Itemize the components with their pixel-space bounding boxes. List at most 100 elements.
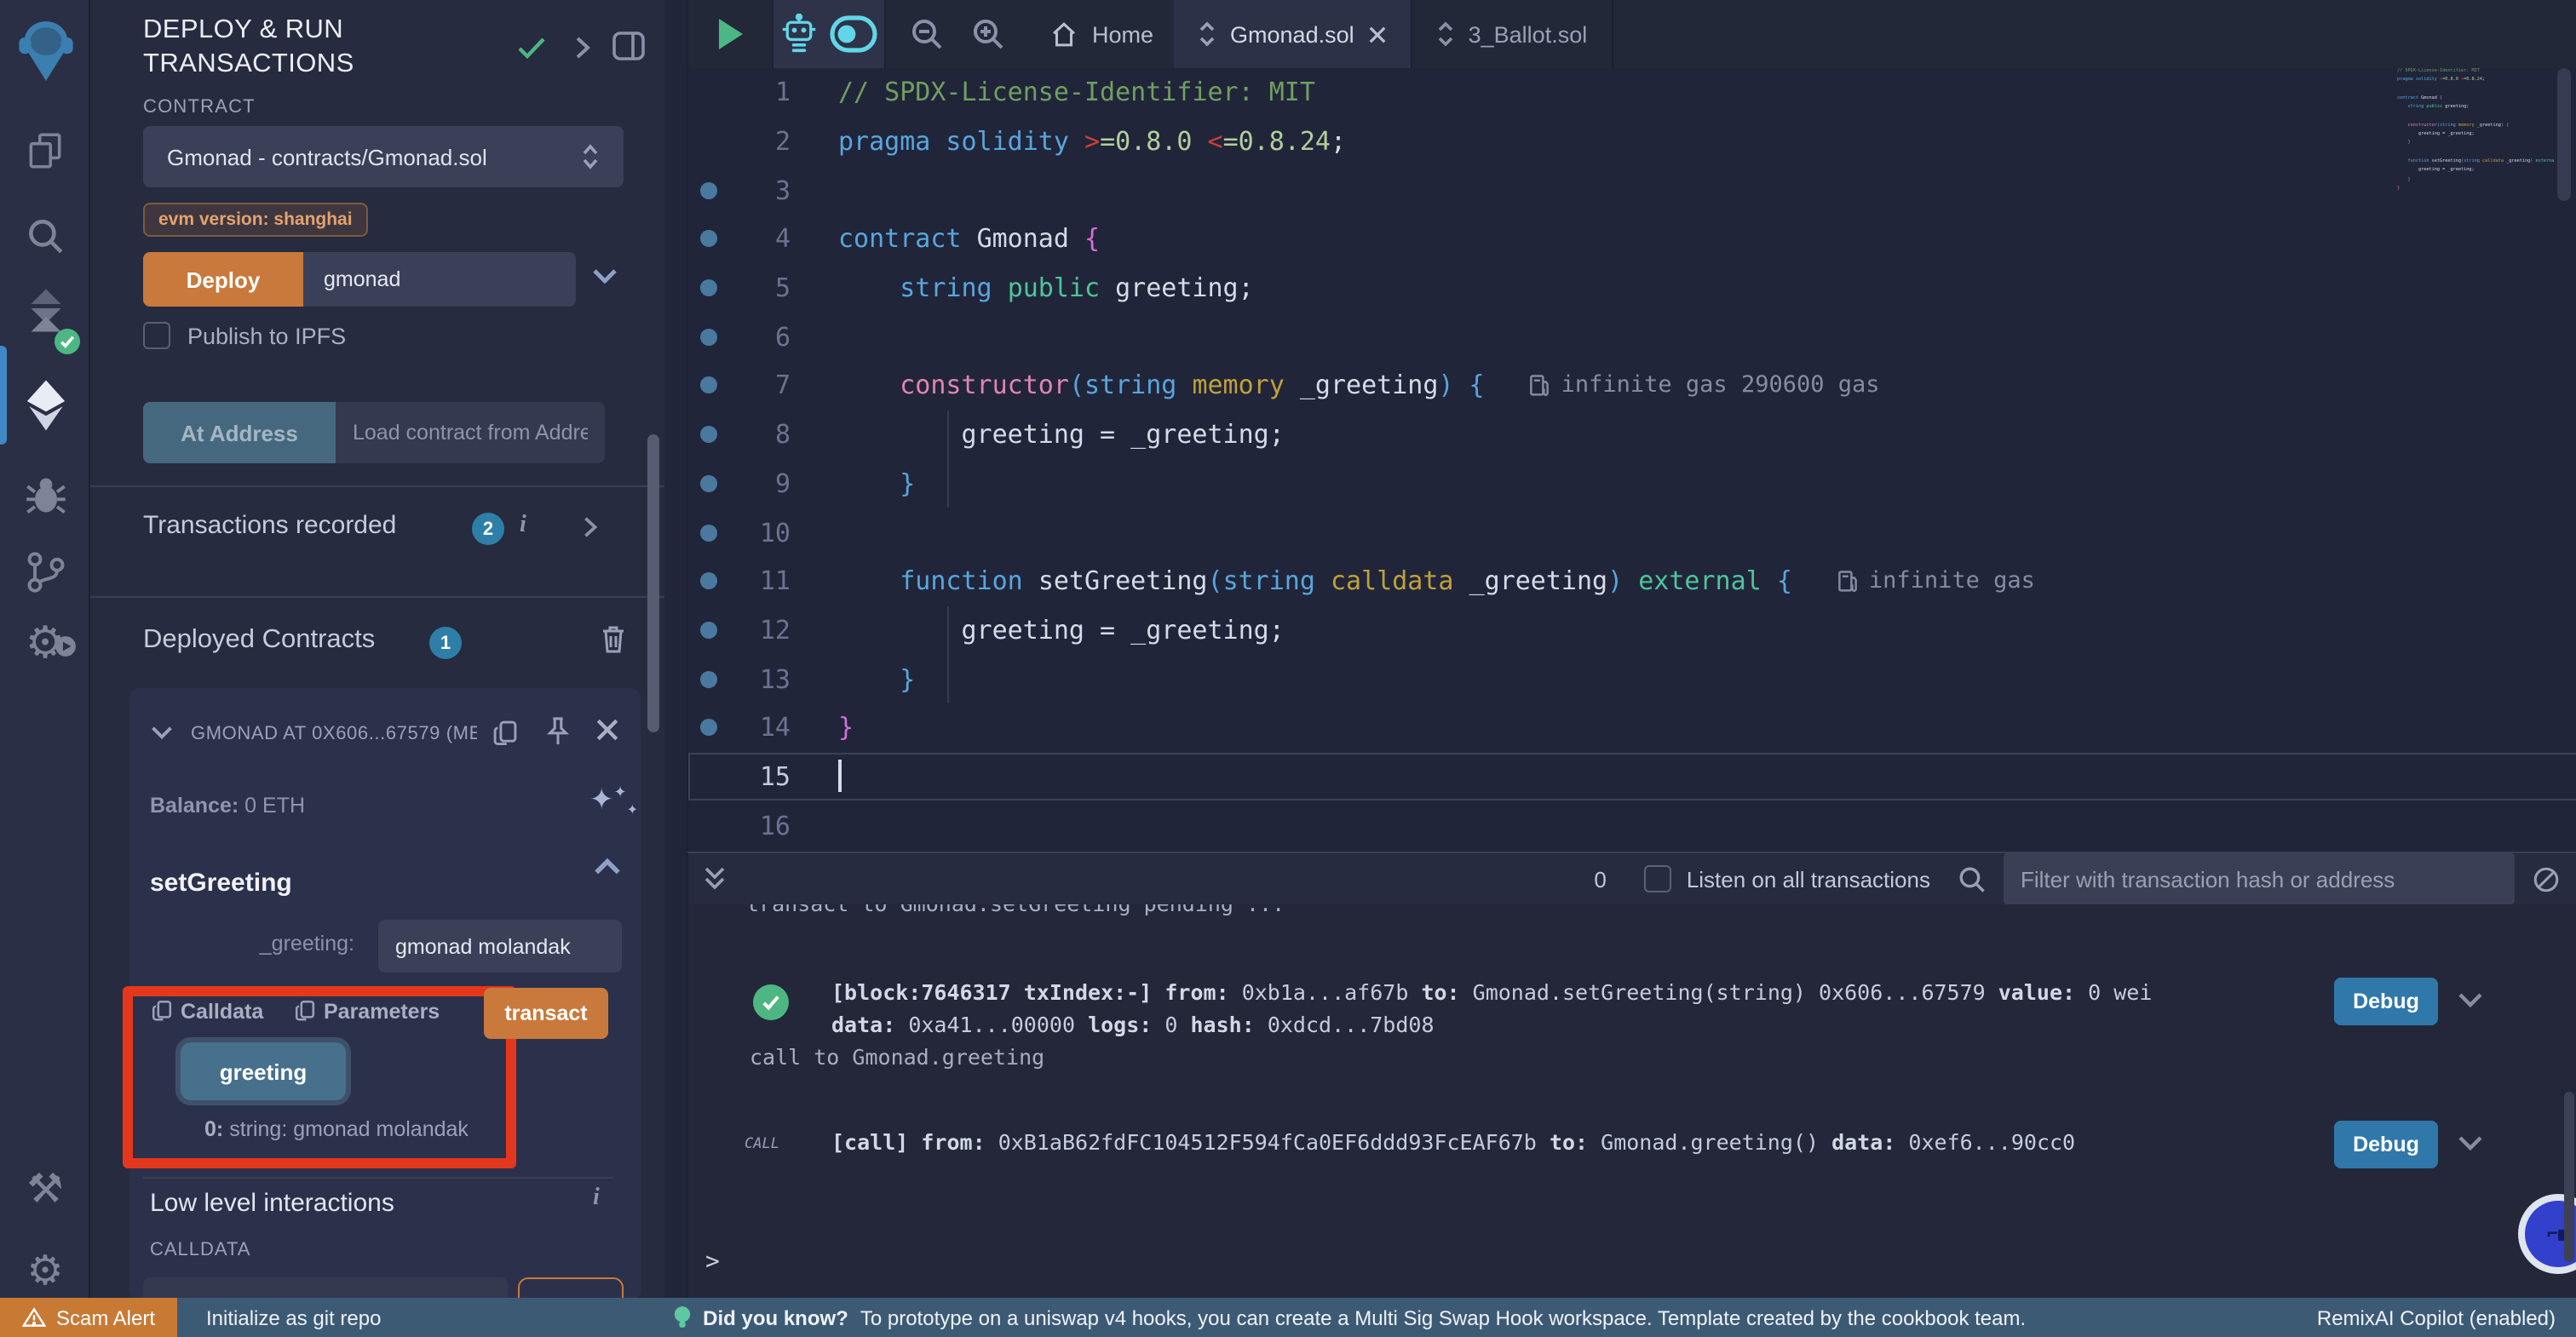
unit-testing-icon[interactable]: ⚙ — [0, 623, 90, 661]
parameters-button[interactable]: Parameters — [324, 1000, 440, 1024]
terminal: 0 Listen on all transactions transact to… — [687, 852, 2576, 1298]
log-expand-chevron-icon[interactable] — [2457, 990, 2484, 1010]
contract-select[interactable]: Gmonad - contracts/Gmonad.sol — [143, 126, 624, 187]
terminal-scrollbar[interactable] — [2564, 1092, 2574, 1262]
debug-button[interactable]: Debug — [2334, 978, 2438, 1025]
function-collapse-chevron-icon[interactable] — [593, 857, 622, 877]
editor-scrollbar[interactable] — [2557, 68, 2571, 201]
zoom-out-icon[interactable] — [910, 17, 944, 51]
gutter-dot[interactable] — [700, 622, 717, 639]
file-explorer-icon[interactable] — [0, 129, 90, 172]
code-line[interactable]: 13 } — [688, 655, 2576, 703]
tab-home[interactable]: Home — [1029, 0, 1174, 68]
gutter-dot[interactable] — [700, 475, 717, 492]
gutter-dot[interactable] — [700, 524, 717, 541]
publish-ipfs-checkbox[interactable] — [143, 322, 170, 349]
transaction-filter-input[interactable] — [2004, 853, 2515, 904]
gutter-dot[interactable] — [700, 720, 717, 737]
low-level-info-icon[interactable]: i — [593, 1185, 600, 1213]
contract-instance-title[interactable]: GMONAD AT 0X606...67579 (MEMORY) — [191, 724, 477, 744]
at-address-input[interactable] — [336, 402, 605, 463]
copilot-toggle-icon[interactable] — [830, 15, 877, 53]
build-icon[interactable]: ⚒ — [0, 1172, 90, 1209]
code-line[interactable]: 3 — [688, 166, 2576, 215]
log-expand-chevron-icon[interactable] — [2457, 1133, 2484, 1153]
code-line[interactable]: 5 string public greeting; — [688, 264, 2576, 313]
transaction-log-text[interactable]: [call] from: 0xB1aB62fdFC104512F594fCa0E… — [831, 1126, 2331, 1158]
divider — [90, 596, 664, 598]
deploy-button[interactable]: Deploy — [143, 252, 303, 307]
terminal-expand-icon[interactable] — [702, 865, 727, 892]
minimap[interactable]: // SPDX-License-Identifier: MITpragma so… — [2397, 66, 2554, 203]
gutter-dot[interactable] — [700, 181, 717, 198]
code-line[interactable]: 2pragma solidity >=0.8.0 <=0.8.24; — [688, 117, 2576, 165]
listen-checkbox[interactable] — [1644, 865, 1671, 892]
code-line[interactable]: 8 greeting = _greeting; — [688, 410, 2576, 459]
code-line[interactable]: 1// SPDX-License-Identifier: MIT — [688, 68, 2576, 117]
gutter-dot[interactable] — [700, 329, 717, 346]
code-line[interactable]: 16 — [688, 801, 2576, 850]
transact-button[interactable]: transact — [484, 988, 608, 1039]
copy-address-icon[interactable] — [491, 717, 520, 748]
gutter-dot[interactable] — [700, 231, 717, 248]
balance-value: 0 ETH — [239, 794, 305, 818]
gutter-dot[interactable] — [700, 670, 717, 687]
search-icon[interactable] — [0, 215, 90, 257]
code-line[interactable]: 14} — [688, 703, 2576, 752]
pin-icon[interactable] — [543, 715, 572, 748]
zoom-in-icon[interactable] — [971, 17, 1005, 51]
sparkles-icon[interactable]: ✦✦✦ — [589, 783, 638, 818]
contract-label: CONTRACT — [143, 97, 256, 118]
code-line[interactable]: 6 — [688, 313, 2576, 361]
settings-icon[interactable]: ⚙ — [0, 1254, 90, 1291]
constructor-arg-input[interactable] — [303, 252, 576, 307]
gutter-dot[interactable] — [700, 377, 717, 394]
scam-alert-button[interactable]: Scam Alert — [0, 1298, 177, 1337]
transactions-info-icon[interactable]: i — [520, 513, 526, 540]
remix-logo[interactable] — [0, 17, 90, 85]
solidity-compiler-icon[interactable] — [0, 286, 90, 347]
remixai-robot-icon[interactable] — [780, 14, 818, 55]
panel-chevron-right-icon[interactable] — [572, 36, 593, 60]
clear-console-icon[interactable] — [2532, 864, 2561, 893]
code-line[interactable]: 7 constructor(string memory _greeting) {… — [688, 361, 2576, 410]
code-line[interactable]: 10 — [688, 508, 2576, 556]
git-icon[interactable] — [0, 548, 90, 596]
deploy-expand-chevron-icon[interactable] — [591, 266, 618, 286]
debugger-icon[interactable] — [0, 473, 90, 518]
debug-button[interactable]: Debug — [2334, 1121, 2438, 1168]
run-script-button[interactable] — [688, 0, 773, 68]
terminal-body[interactable]: transact to Gmonad.setGreeting pending .… — [688, 904, 2576, 1300]
trash-icon[interactable] — [600, 623, 627, 654]
close-contract-icon[interactable] — [595, 717, 620, 743]
code-line[interactable]: 15 — [688, 752, 2576, 800]
greeting-getter-button[interactable]: greeting — [181, 1042, 346, 1100]
transactions-chevron-icon[interactable] — [581, 516, 600, 538]
terminal-search-icon[interactable] — [1958, 864, 1987, 893]
panel-scrollbar[interactable] — [647, 434, 659, 732]
transaction-log-text[interactable]: [block:7646317 txIndex:-] from: 0xb1a...… — [831, 976, 2331, 1041]
calldata-button[interactable]: Calldata — [181, 1000, 263, 1024]
arg-input[interactable] — [378, 920, 622, 973]
panel-layout-icon[interactable] — [612, 31, 646, 61]
gutter-dot[interactable] — [700, 279, 717, 296]
close-tab-icon[interactable] — [1368, 25, 1387, 43]
code-line[interactable]: 4contract Gmonad { — [688, 215, 2576, 263]
copy-calldata-icon[interactable] — [150, 996, 174, 1024]
code-line[interactable]: 9 } — [688, 459, 2576, 508]
deploy-run-icon[interactable] — [0, 378, 90, 433]
copy-parameters-icon[interactable] — [293, 996, 317, 1024]
terminal-prompt[interactable]: > — [705, 1248, 720, 1276]
tab-ballot-sol[interactable]: 3_Ballot.sol — [1412, 0, 1613, 68]
tab-gmonad-sol[interactable]: Gmonad.sol — [1174, 0, 1412, 68]
code-line[interactable]: 11 function setGreeting(string calldata … — [688, 557, 2576, 605]
git-init-button[interactable]: Initialize as git repo — [177, 1305, 381, 1329]
publish-ipfs-label: Publish to IPFS — [187, 324, 346, 349]
contract-collapse-chevron-icon[interactable] — [150, 724, 174, 741]
at-address-button[interactable]: At Address — [143, 402, 336, 463]
code-line[interactable]: 12 greeting = _greeting; — [688, 605, 2576, 654]
copilot-status[interactable]: RemixAI Copilot (enabled) — [2317, 1305, 2576, 1329]
gutter-dot[interactable] — [700, 572, 717, 589]
code-lines[interactable]: 1// SPDX-License-Identifier: MIT2pragma … — [688, 68, 2576, 852]
gutter-dot[interactable] — [700, 426, 717, 443]
